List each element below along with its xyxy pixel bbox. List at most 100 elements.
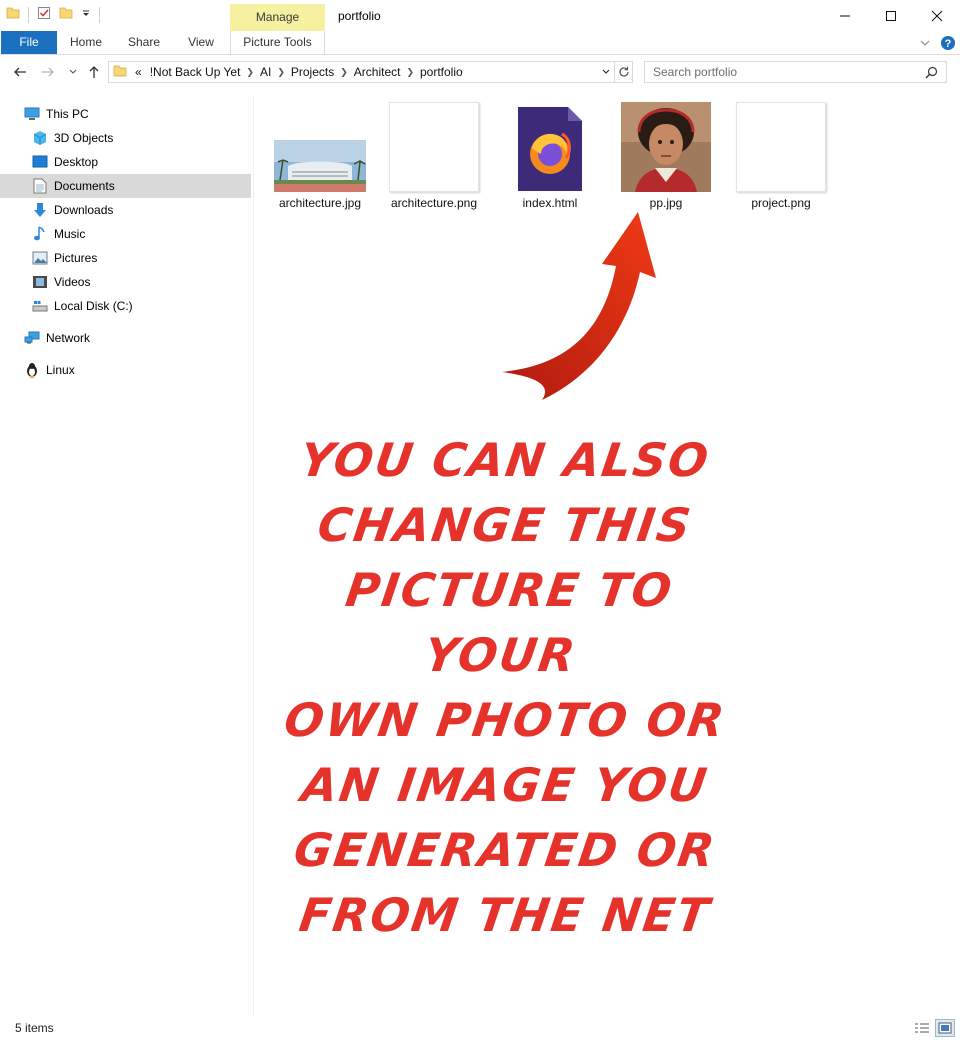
nav-documents[interactable]: Documents: [0, 174, 251, 198]
title-bar: Manage portfolio: [0, 0, 960, 31]
up-button[interactable]: [85, 62, 103, 82]
nav-label: Pictures: [54, 251, 98, 265]
annotation-line: GENERATED OR: [290, 823, 720, 877]
close-button[interactable]: [914, 0, 960, 31]
folder-icon: [6, 6, 20, 23]
nav-label: Documents: [54, 179, 115, 193]
nav-label: Music: [54, 227, 86, 241]
expand-ribbon-icon[interactable]: [918, 36, 932, 53]
nav-label: Local Disk (C:): [54, 299, 133, 313]
quick-access-toolbar: [6, 6, 100, 23]
document-icon: [32, 178, 48, 194]
tab-view[interactable]: View: [180, 31, 222, 54]
breadcrumb-portfolio[interactable]: portfolio: [420, 65, 463, 79]
building-photo-thumbnail: [274, 100, 366, 192]
annotation-line: PICTURE TO YOUR: [342, 563, 677, 682]
chevron-right-icon[interactable]: ❯: [340, 67, 348, 78]
blank-image-thumbnail: [735, 100, 827, 192]
nav-music[interactable]: Music: [32, 222, 252, 246]
drive-icon: [32, 298, 48, 314]
address-bar[interactable]: « !Not Back Up Yet ❯ AI ❯ Projects ❯ Arc…: [108, 61, 615, 83]
breadcrumb-not-back-up-yet[interactable]: !Not Back Up Yet: [150, 65, 241, 79]
pictures-icon: [32, 250, 48, 266]
chevron-right-icon[interactable]: ❯: [246, 67, 254, 78]
nav-label: 3D Objects: [54, 131, 114, 145]
file-item[interactable]: project.png: [725, 100, 837, 210]
refresh-button[interactable]: [615, 61, 633, 83]
cube-icon: [32, 130, 48, 146]
annotation-line: OWN PHOTO OR: [280, 693, 730, 747]
details-view-icon[interactable]: [912, 1019, 932, 1037]
address-row: « !Not Back Up Yet ❯ AI ❯ Projects ❯ Arc…: [0, 56, 960, 88]
customize-toolbar-icon[interactable]: [81, 8, 91, 22]
nav-label: Network: [46, 331, 91, 345]
annotation-line: FROM THE NET: [296, 888, 715, 942]
large-icons-view-icon[interactable]: [935, 1019, 955, 1037]
item-count: 5 items: [15, 1021, 54, 1035]
curved-arrow-annotation: [498, 206, 668, 409]
network-icon: [24, 330, 40, 346]
chevron-right-icon[interactable]: ❯: [277, 67, 285, 78]
search-icon[interactable]: [925, 66, 938, 82]
manage-contextual-tab[interactable]: Manage: [230, 4, 325, 31]
minimize-button[interactable]: [822, 0, 868, 31]
file-name: project.png: [751, 196, 811, 210]
properties-icon[interactable]: [37, 6, 51, 23]
penguin-icon: [24, 362, 40, 378]
toolbar-divider: [99, 6, 100, 23]
file-item[interactable]: architecture.jpg: [264, 100, 376, 210]
file-name: architecture.png: [390, 196, 478, 210]
film-icon: [32, 274, 48, 290]
folder-icon: [113, 64, 127, 81]
download-arrow-icon: [32, 202, 48, 218]
nav-linux[interactable]: Linux: [24, 358, 244, 382]
forward-button[interactable]: [39, 62, 57, 82]
help-icon[interactable]: ?: [940, 35, 956, 54]
window-title: portfolio: [338, 9, 381, 23]
nav-label: Desktop: [54, 155, 99, 169]
nav-this-pc[interactable]: This PC: [24, 102, 244, 126]
music-note-icon: [32, 226, 48, 242]
nav-3d-objects[interactable]: 3D Objects: [32, 126, 252, 150]
nav-label: Downloads: [54, 203, 114, 217]
toolbar-divider: [28, 6, 29, 23]
nav-pictures[interactable]: Pictures: [32, 246, 252, 270]
file-item[interactable]: architecture.png: [378, 100, 490, 210]
nav-desktop[interactable]: Desktop: [32, 150, 252, 174]
nav-downloads[interactable]: Downloads: [32, 198, 252, 222]
breadcrumb-architect[interactable]: Architect: [354, 65, 401, 79]
address-dropdown-button[interactable]: [598, 61, 614, 83]
ribbon-tabs: File Home Share View Picture Tools ?: [0, 31, 960, 55]
search-input[interactable]: Search portfolio: [644, 61, 947, 83]
computer-icon: [24, 106, 40, 122]
nav-label: Videos: [54, 275, 91, 289]
status-bar: 5 items: [0, 1016, 960, 1040]
tab-home[interactable]: Home: [62, 31, 110, 54]
firefox-document-icon: [504, 100, 596, 192]
chevron-right-icon[interactable]: ❯: [406, 67, 414, 78]
annotation-line: CHANGE THIS: [314, 498, 696, 552]
svg-text:?: ?: [945, 38, 952, 50]
nav-label: This PC: [46, 107, 89, 121]
recent-locations-button[interactable]: [64, 62, 82, 82]
tab-share[interactable]: Share: [122, 31, 166, 54]
navigation-pane: This PC 3D Objects Desktop Documents Dow…: [0, 96, 254, 1016]
back-button[interactable]: [11, 62, 29, 82]
breadcrumb-projects[interactable]: Projects: [291, 65, 334, 79]
new-folder-icon[interactable]: [59, 6, 73, 23]
breadcrumb-ai[interactable]: AI: [260, 65, 271, 79]
file-item[interactable]: index.html: [494, 100, 606, 210]
nav-network[interactable]: Network: [24, 326, 244, 350]
tab-picture-tools[interactable]: Picture Tools: [230, 31, 325, 54]
nav-videos[interactable]: Videos: [32, 270, 252, 294]
annotation-text: YOU CAN ALSO CHANGE THIS PICTURE TO YOUR…: [270, 428, 740, 948]
annotation-line: YOU CAN ALSO: [296, 433, 714, 487]
maximize-button[interactable]: [868, 0, 914, 31]
blank-image-thumbnail: [388, 100, 480, 192]
nav-local-disk[interactable]: Local Disk (C:): [32, 294, 252, 318]
tab-file[interactable]: File: [1, 31, 57, 54]
portrait-photo-thumbnail: [620, 100, 712, 192]
annotation-line: AN IMAGE YOU: [298, 758, 712, 812]
breadcrumb-overflow[interactable]: «: [135, 65, 142, 79]
file-item[interactable]: pp.jpg: [610, 100, 722, 210]
